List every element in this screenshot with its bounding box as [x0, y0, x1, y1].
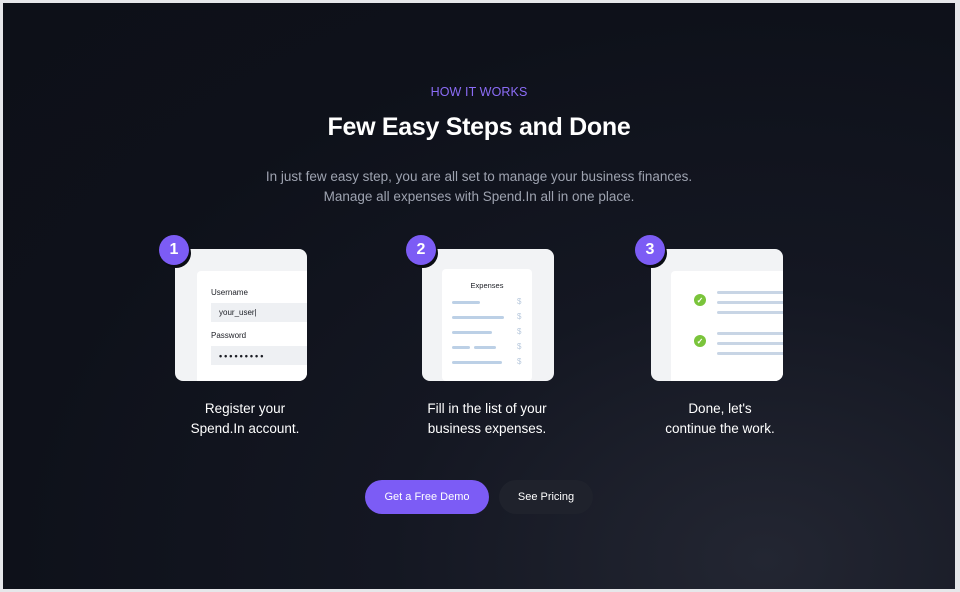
checklist-line	[717, 301, 783, 304]
step-label-line-1: Fill in the list of your	[427, 401, 547, 416]
register-illustration-card: Username your_user| Password •••••••••	[175, 249, 307, 381]
expense-bar	[452, 331, 492, 334]
dollar-icon: $	[517, 327, 522, 336]
step-2: 2 Expenses $ $ $ $ $ Fill in the list of…	[402, 235, 562, 445]
expense-bar	[452, 301, 480, 304]
step-number-badge: 1	[159, 235, 189, 265]
step-2-label: Fill in the list of your business expens…	[392, 399, 582, 439]
password-label: Password	[211, 331, 247, 340]
checklist-illustration: ✓ ✓	[671, 271, 783, 381]
step-label-line-2: continue the work.	[665, 421, 775, 436]
expense-bar	[452, 316, 504, 319]
checklist-line	[717, 332, 783, 335]
dollar-icon: $	[517, 357, 522, 366]
subtitle-line-1: In just few easy step, you are all set t…	[265, 169, 693, 184]
dollar-icon: $	[517, 312, 522, 321]
step-label-line-2: business expenses.	[427, 421, 547, 436]
done-illustration-card: ✓ ✓	[651, 249, 783, 381]
checklist-line	[717, 342, 783, 345]
username-label: Username	[211, 288, 248, 297]
step-1: 1 Username your_user| Password •••••••••…	[155, 235, 315, 445]
dollar-icon: $	[517, 297, 522, 306]
expenses-illustration-card: Expenses $ $ $ $ $	[422, 249, 554, 381]
checklist-line	[717, 291, 783, 294]
expense-bar	[452, 346, 470, 349]
section-eyebrow: HOW IT WORKS	[430, 85, 528, 99]
step-label-line-1: Register your	[204, 401, 286, 416]
see-pricing-button[interactable]: See Pricing	[499, 480, 593, 514]
expenses-title: Expenses	[470, 281, 504, 290]
step-3-label: Done, let's continue the work.	[625, 399, 815, 439]
username-field: your_user|	[211, 303, 307, 322]
expense-bar	[452, 361, 502, 364]
section-title: Few Easy Steps and Done	[327, 113, 631, 141]
section-subtitle: In just few easy step, you are all set t…	[3, 167, 955, 207]
step-1-label: Register your Spend.In account.	[150, 399, 340, 439]
password-field: •••••••••	[211, 346, 307, 365]
step-label-line-2: Spend.In account.	[190, 421, 300, 436]
check-icon: ✓	[694, 335, 706, 347]
step-3: 3 ✓ ✓ Done, let's continue the work.	[631, 235, 791, 445]
step-label-line-1: Done, let's	[688, 401, 752, 416]
check-icon: ✓	[694, 294, 706, 306]
get-free-demo-button[interactable]: Get a Free Demo	[365, 480, 489, 514]
expense-bar	[474, 346, 496, 349]
login-form-illustration: Username your_user| Password •••••••••	[197, 271, 307, 381]
checklist-line	[717, 352, 783, 355]
expenses-list-illustration: Expenses $ $ $ $ $	[442, 269, 532, 381]
dollar-icon: $	[517, 342, 522, 351]
checklist-line	[717, 311, 783, 314]
step-number-badge: 2	[406, 235, 436, 265]
step-number-badge: 3	[635, 235, 665, 265]
how-it-works-section: HOW IT WORKS Few Easy Steps and Done In …	[3, 3, 955, 589]
subtitle-line-2: Manage all expenses with Spend.In all in…	[323, 189, 635, 204]
